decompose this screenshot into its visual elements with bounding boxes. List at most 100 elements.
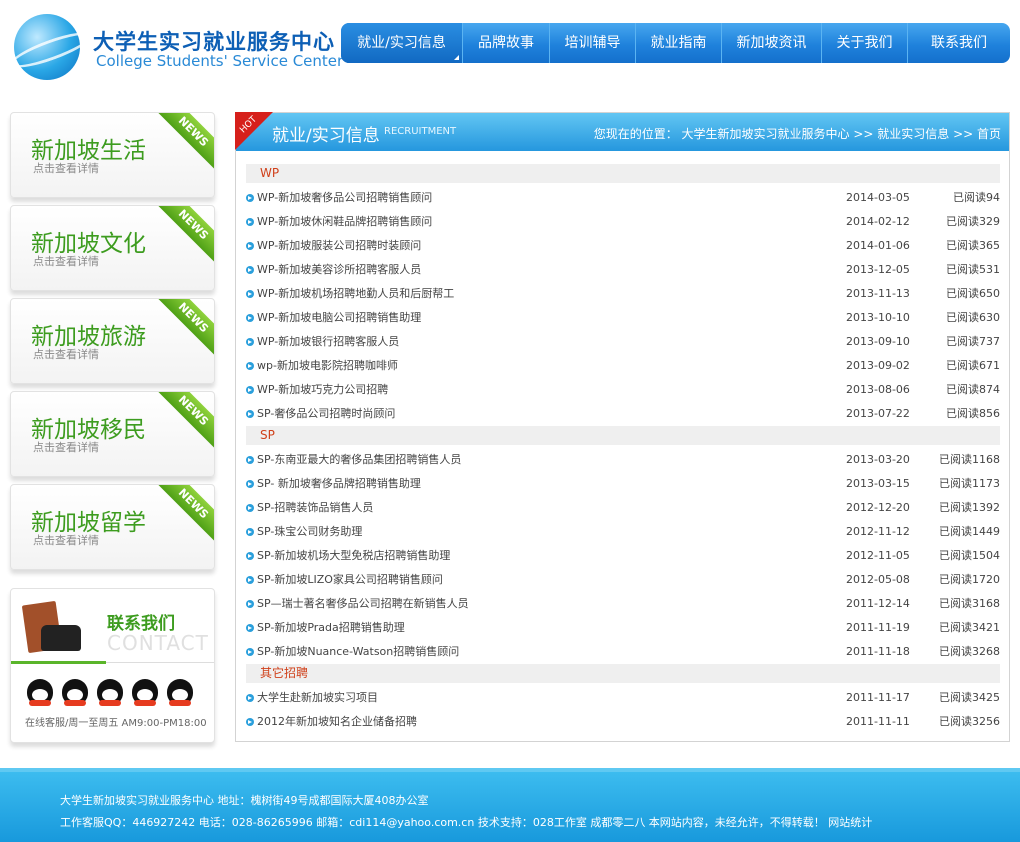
read-count: 已阅读1504 xyxy=(939,549,1000,562)
job-title-link[interactable]: SP-新加坡机场大型免税店招聘销售助理 xyxy=(257,544,846,568)
sidebar-card-travel[interactable]: 新加坡旅游 点击查看详情 NEWS xyxy=(10,298,215,384)
list-item[interactable]: SP-新加坡Nuance-Watson招聘销售顾问 2011-11-18 已阅读32… xyxy=(246,640,1000,664)
news-ribbon: NEWS xyxy=(153,392,214,451)
arrow-bullet-icon xyxy=(246,218,254,226)
list-item[interactable]: 大学生赴新加坡实习项目 2011-11-17 已阅读3425 xyxy=(246,686,1000,710)
sidebar-card-immigration[interactable]: 新加坡移民 点击查看详情 NEWS xyxy=(10,391,215,477)
job-title-link[interactable]: WP-新加坡电脑公司招聘销售助理 xyxy=(257,306,846,330)
list-item[interactable]: SP-招聘装饰品销售人员 2012-12-20 已阅读1392 xyxy=(246,496,1000,520)
main-nav: 就业/实习信息 品牌故事 培训辅导 就业指南 新加坡资讯 关于我们 联系我们 xyxy=(341,23,1010,63)
arrow-bullet-icon xyxy=(246,266,254,274)
list-item[interactable]: WP-新加坡银行招聘客服人员 2013-09-10 已阅读737 xyxy=(246,330,1000,354)
category-header-sp: SP xyxy=(246,426,1000,445)
site-logo[interactable]: 大学生实习就业服务中心 College Students' Service Ce… xyxy=(10,10,343,80)
read-count: 已阅读3268 xyxy=(939,645,1000,658)
read-count: 已阅读856 xyxy=(946,407,1000,420)
job-title-link[interactable]: WP-新加坡美容诊所招聘客服人员 xyxy=(257,258,846,282)
job-title-link[interactable]: SP- 新加坡奢侈品牌招聘销售助理 xyxy=(257,472,846,496)
list-item[interactable]: SP- 新加坡奢侈品牌招聘销售助理 2013-03-15 已阅读1173 xyxy=(246,472,1000,496)
nav-item-singapore-news[interactable]: 新加坡资讯 xyxy=(722,23,822,63)
category-header-wp: WP xyxy=(246,164,1000,183)
list-item[interactable]: WP-新加坡机场招聘地勤人员和后厨帮工 2013-11-13 已阅读650 xyxy=(246,282,1000,306)
arrow-bullet-icon xyxy=(246,290,254,298)
post-date: 2011-11-11 xyxy=(846,715,910,728)
card-subtitle: 点击查看详情 xyxy=(33,441,99,454)
job-title-link[interactable]: WP-新加坡银行招聘客服人员 xyxy=(257,330,846,354)
job-title-link[interactable]: SP-奢侈品公司招聘时尚顾问 xyxy=(257,402,846,426)
post-date: 2012-11-12 xyxy=(846,525,910,538)
post-date: 2014-02-12 xyxy=(846,215,910,228)
arrow-bullet-icon xyxy=(246,194,254,202)
list-item[interactable]: SP-东南亚最大的奢侈品集团招聘销售人员 2013-03-20 已阅读1168 xyxy=(246,448,1000,472)
nav-item-jobs[interactable]: 就业/实习信息 xyxy=(341,23,463,63)
read-count: 已阅读3168 xyxy=(939,597,1000,610)
qq-support-icon[interactable] xyxy=(132,679,158,706)
list-item[interactable]: SP-奢侈品公司招聘时尚顾问 2013-07-22 已阅读856 xyxy=(246,402,1000,426)
list-item[interactable]: SP-新加坡机场大型免税店招聘销售助理 2012-11-05 已阅读1504 xyxy=(246,544,1000,568)
nav-item-training[interactable]: 培训辅导 xyxy=(550,23,636,63)
list-item[interactable]: WP-新加坡服装公司招聘时装顾问 2014-01-06 已阅读365 xyxy=(246,234,1000,258)
footer-border xyxy=(0,768,1020,772)
job-title-link[interactable]: SP-东南亚最大的奢侈品集团招聘销售人员 xyxy=(257,448,846,472)
list-item[interactable]: WP-新加坡奢侈品公司招聘销售顾问 2014-03-05 已阅读94 xyxy=(246,186,1000,210)
list-item[interactable]: WP-新加坡巧克力公司招聘 2013-08-06 已阅读874 xyxy=(246,378,1000,402)
read-count: 已阅读874 xyxy=(946,383,1000,396)
qq-support-icon[interactable] xyxy=(62,679,88,706)
divider xyxy=(11,661,106,664)
job-title-link[interactable]: SP-新加坡LIZO家具公司招聘销售顾问 xyxy=(257,568,846,592)
qq-support-icon[interactable] xyxy=(167,679,193,706)
sidebar-card-life[interactable]: 新加坡生活 点击查看详情 NEWS xyxy=(10,112,215,198)
list-item[interactable]: SP-新加坡LIZO家具公司招聘销售顾问 2012-05-08 已阅读1720 xyxy=(246,568,1000,592)
job-title-link[interactable]: WP-新加坡休闲鞋品牌招聘销售顾问 xyxy=(257,210,846,234)
job-title-link[interactable]: SP-招聘装饰品销售人员 xyxy=(257,496,846,520)
job-title-link[interactable]: WP-新加坡服装公司招聘时装顾问 xyxy=(257,234,846,258)
footer-address: 大学生新加坡实习就业服务中心 地址：槐树街49号成都国际大厦408办公室 xyxy=(60,794,429,807)
arrow-bullet-icon xyxy=(246,504,254,512)
list-item[interactable]: WP-新加坡美容诊所招聘客服人员 2013-12-05 已阅读531 xyxy=(246,258,1000,282)
qq-support-list xyxy=(27,679,202,706)
list-item[interactable]: SP—瑞士著名奢侈品公司招聘在新销售人员 2011-12-14 已阅读3168 xyxy=(246,592,1000,616)
post-date: 2013-08-06 xyxy=(846,383,910,396)
nav-item-about[interactable]: 关于我们 xyxy=(822,23,908,63)
post-date: 2011-11-17 xyxy=(846,691,910,704)
job-title-link[interactable]: 2012年新加坡知名企业储备招聘 xyxy=(257,710,846,734)
sidebar: 新加坡生活 点击查看详情 NEWS 新加坡文化 点击查看详情 NEWS 新加坡旅… xyxy=(10,112,216,743)
list-item[interactable]: WP-新加坡休闲鞋品牌招聘销售顾问 2014-02-12 已阅读329 xyxy=(246,210,1000,234)
card-subtitle: 点击查看详情 xyxy=(33,255,99,268)
post-date: 2012-12-20 xyxy=(846,501,910,514)
site-footer: 大学生新加坡实习就业服务中心 地址：槐树街49号成都国际大厦408办公室 工作客… xyxy=(0,768,1020,842)
job-title-link[interactable]: WP-新加坡巧克力公司招聘 xyxy=(257,378,846,402)
arrow-bullet-icon xyxy=(246,362,254,370)
site-header: 大学生实习就业服务中心 College Students' Service Ce… xyxy=(0,0,1020,90)
job-title-link[interactable]: SP-新加坡Prada招聘销售助理 xyxy=(257,616,846,640)
news-ribbon: NEWS xyxy=(153,113,214,172)
read-count: 已阅读3256 xyxy=(939,715,1000,728)
breadcrumb[interactable]: 您现在的位置： 大学生新加坡实习就业服务中心 >> 就业实习信息 >> 首页 xyxy=(594,125,1001,142)
list-item[interactable]: WP-新加坡电脑公司招聘销售助理 2013-10-10 已阅读630 xyxy=(246,306,1000,330)
read-count: 已阅读737 xyxy=(946,335,1000,348)
job-title-link[interactable]: SP—瑞士著名奢侈品公司招聘在新销售人员 xyxy=(257,592,846,616)
job-title-link[interactable]: wp-新加坡电影院招聘咖啡师 xyxy=(257,354,846,378)
job-list: WP WP-新加坡奢侈品公司招聘销售顾问 2014-03-05 已阅读94 WP-新… xyxy=(246,164,1000,734)
job-title-link[interactable]: SP-珠宝公司财务助理 xyxy=(257,520,846,544)
job-title-link[interactable]: WP-新加坡机场招聘地勤人员和后厨帮工 xyxy=(257,282,846,306)
job-title-link[interactable]: SP-新加坡Nuance-Watson招聘销售顾问 xyxy=(257,640,846,664)
sidebar-card-culture[interactable]: 新加坡文化 点击查看详情 NEWS xyxy=(10,205,215,291)
post-date: 2012-05-08 xyxy=(846,573,910,586)
post-date: 2011-11-19 xyxy=(846,621,910,634)
list-item[interactable]: wp-新加坡电影院招聘咖啡师 2013-09-02 已阅读671 xyxy=(246,354,1000,378)
list-item[interactable]: SP-新加坡Prada招聘销售助理 2011-11-19 已阅读3421 xyxy=(246,616,1000,640)
job-title-link[interactable]: WP-新加坡奢侈品公司招聘销售顾问 xyxy=(257,186,846,210)
list-item[interactable]: SP-珠宝公司财务助理 2012-11-12 已阅读1449 xyxy=(246,520,1000,544)
job-title-link[interactable]: 大学生赴新加坡实习项目 xyxy=(257,686,846,710)
qq-support-icon[interactable] xyxy=(27,679,53,706)
nav-item-contact[interactable]: 联系我们 xyxy=(908,23,1010,63)
divider xyxy=(106,662,214,663)
read-count: 已阅读1720 xyxy=(939,573,1000,586)
list-item[interactable]: 2012年新加坡知名企业储备招聘 2011-11-11 已阅读3256 xyxy=(246,710,1000,734)
nav-item-guide[interactable]: 就业指南 xyxy=(636,23,722,63)
sidebar-card-study[interactable]: 新加坡留学 点击查看详情 NEWS xyxy=(10,484,215,570)
nav-item-brand-story[interactable]: 品牌故事 xyxy=(463,23,550,63)
read-count: 已阅读3425 xyxy=(939,691,1000,704)
qq-support-icon[interactable] xyxy=(97,679,123,706)
